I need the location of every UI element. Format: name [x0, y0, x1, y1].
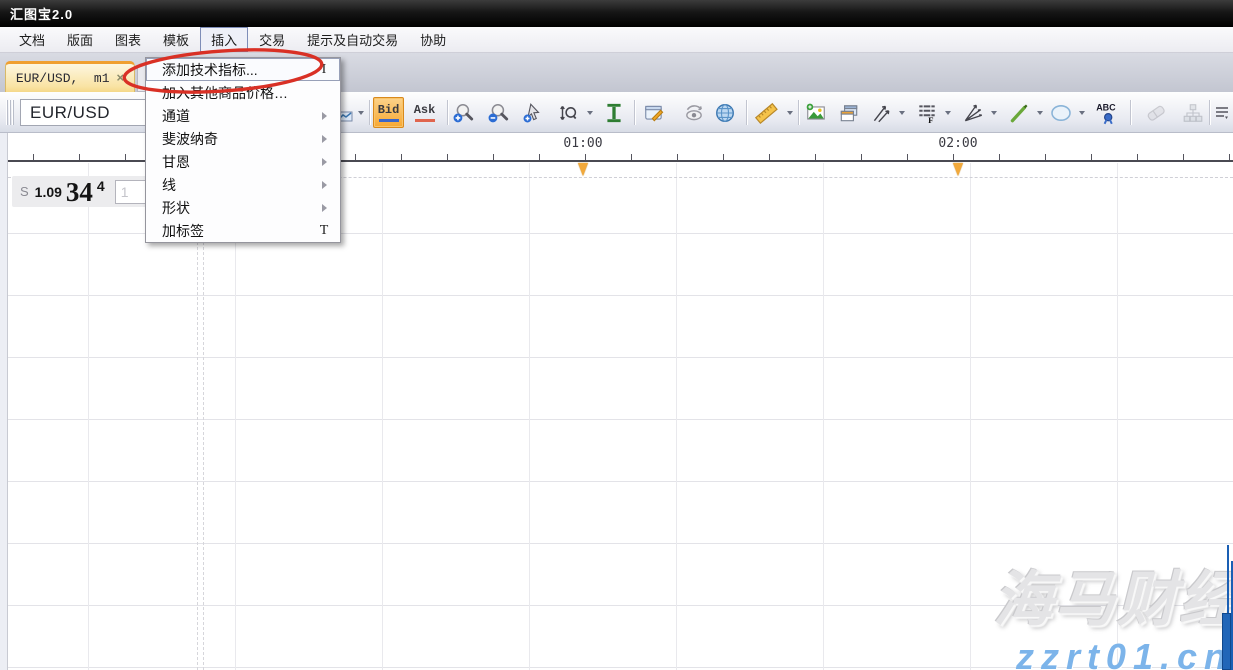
quote-price-small: 1.09 [35, 184, 62, 200]
menu-item-shortcut: T [316, 223, 332, 239]
menu-item-add-other-symbol[interactable]: 加入其他商品价格… [146, 81, 340, 104]
gann-lines-dropdown-icon[interactable] [896, 99, 907, 126]
insert-image-icon[interactable] [803, 99, 829, 126]
zoom-in-icon[interactable] [451, 99, 477, 126]
symbol-combobox-value: EUR/USD [30, 103, 110, 123]
menu-item-layout[interactable]: 版面 [56, 27, 104, 52]
toolbar-separator [798, 100, 799, 125]
candlestick-body [1222, 613, 1231, 670]
bid-button[interactable]: Bid [373, 97, 404, 128]
toolbar-separator [1209, 100, 1210, 125]
menu-item-document[interactable]: 文档 [8, 27, 56, 52]
annotate-window-icon[interactable] [641, 99, 667, 126]
fit-height-icon[interactable] [601, 99, 627, 126]
draw-line-dropdown-icon[interactable] [1034, 99, 1045, 126]
ruler-dropdown-icon[interactable] [784, 99, 795, 126]
quote-panel: S 1.09 34 4 1 [12, 176, 167, 207]
application-window: 汇图宝2.0 文档 版面 图表 模板 插入 交易 提示及自动交易 协助 EUR/… [0, 0, 1233, 670]
menu-item-shape[interactable]: 形状 [146, 196, 340, 219]
watermark-brand: 海马财经 [993, 551, 1233, 638]
toolbar-separator [1130, 100, 1131, 125]
bid-button-label: Bid [378, 103, 400, 117]
chart-left-rail [0, 133, 8, 670]
menu-item-line[interactable]: 线 [146, 173, 340, 196]
session-separator-line [197, 177, 204, 670]
ask-button[interactable]: Ask [409, 97, 440, 128]
time-axis-label: 01:00 [563, 136, 602, 151]
window-title: 汇图宝2.0 [10, 4, 73, 23]
ruler-icon[interactable] [753, 99, 779, 126]
ellipse-shape-icon[interactable] [1048, 99, 1074, 126]
cascade-windows-icon[interactable] [836, 99, 862, 126]
menu-item-gann[interactable]: 甘恩 [146, 150, 340, 173]
toolbar-separator [369, 100, 370, 125]
candlestick-wick [1227, 545, 1229, 617]
menu-item-fibonacci[interactable]: 斐波纳奇 [146, 127, 340, 150]
text-label-icon[interactable]: ABC [1094, 99, 1120, 126]
menu-item-label: 加标签 [162, 221, 316, 241]
toolbar-grip-handle[interactable] [6, 100, 15, 125]
menu-item-add-label[interactable]: 加标签 T [146, 219, 340, 242]
vertical-zoom-icon[interactable] [555, 99, 581, 126]
menu-bar: 文档 版面 图表 模板 插入 交易 提示及自动交易 协助 [0, 27, 1233, 53]
menu-item-label: 甘恩 [162, 152, 316, 172]
ask-button-label: Ask [414, 103, 436, 117]
submenu-arrow-icon [316, 204, 332, 212]
submenu-arrow-icon [316, 158, 332, 166]
bid-underline [379, 119, 399, 122]
menu-item-insert[interactable]: 插入 [200, 27, 248, 52]
submenu-arrow-icon [316, 135, 332, 143]
menu-item-label: 添加技术指标... [162, 60, 316, 80]
menu-item-alerts-autotrade[interactable]: 提示及自动交易 [296, 27, 409, 52]
tab-label: EUR/USD, m1 [16, 71, 110, 86]
menu-item-label: 加入其他商品价格… [162, 83, 316, 103]
menu-item-help[interactable]: 协助 [409, 27, 457, 52]
fan-lines-icon[interactable] [960, 99, 986, 126]
tab-eurusd-m1[interactable]: EUR/USD, m1 × [5, 61, 135, 92]
fan-lines-dropdown-icon[interactable] [988, 99, 999, 126]
chart-type-dropdown-icon[interactable] [355, 99, 366, 126]
insert-menu-popup: 添加技术指标... I 加入其他商品价格… 通道 斐波纳奇 甘恩 线 形状 加标 [145, 57, 341, 243]
menu-item-add-indicator[interactable]: 添加技术指标... I [146, 58, 340, 81]
object-tree-icon[interactable] [1180, 99, 1206, 126]
toolbar-separator [746, 100, 747, 125]
window-titlebar[interactable]: 汇图宝2.0 [0, 0, 1233, 27]
toolbar-separator [634, 100, 635, 125]
ellipse-shape-dropdown-icon[interactable] [1076, 99, 1087, 126]
menu-item-template[interactable]: 模板 [152, 27, 200, 52]
toolbar-separator [447, 100, 448, 125]
draw-line-icon[interactable] [1006, 99, 1032, 126]
menu-item-chart[interactable]: 图表 [104, 27, 152, 52]
quote-price-sup: 4 [97, 178, 105, 194]
svg-text:ABC: ABC [1096, 102, 1116, 112]
visibility-icon[interactable] [681, 99, 707, 126]
time-axis-label: 02:00 [938, 136, 977, 151]
fib-levels-icon[interactable]: F [914, 99, 940, 126]
menu-item-label: 通道 [162, 106, 316, 126]
zoom-out-icon[interactable] [486, 99, 512, 126]
tab-close-icon[interactable]: × [117, 73, 125, 83]
watermark-url: zzrt01.cn [1016, 636, 1233, 670]
svg-text:F: F [928, 114, 933, 123]
menu-item-channel[interactable]: 通道 [146, 104, 340, 127]
toolbar-overflow-icon[interactable] [1212, 99, 1232, 126]
fib-levels-dropdown-icon[interactable] [942, 99, 953, 126]
quote-price-big: 34 [66, 179, 93, 205]
menu-item-trade[interactable]: 交易 [248, 27, 296, 52]
menu-item-label: 形状 [162, 198, 316, 218]
quote-side: S [20, 184, 29, 199]
gann-lines-icon[interactable] [868, 99, 894, 126]
ask-underline [415, 119, 435, 122]
menu-item-label: 斐波纳奇 [162, 129, 316, 149]
symbol-combobox[interactable]: EUR/USD [20, 99, 146, 126]
menu-item-shortcut: I [316, 62, 332, 78]
globe-icon[interactable] [712, 99, 738, 126]
eraser-icon[interactable] [1143, 99, 1169, 126]
menu-item-label: 线 [162, 175, 316, 195]
vertical-zoom-dropdown-icon[interactable] [584, 99, 595, 126]
submenu-arrow-icon [316, 181, 332, 189]
submenu-arrow-icon [316, 112, 332, 120]
zoom-select-icon[interactable] [520, 99, 546, 126]
